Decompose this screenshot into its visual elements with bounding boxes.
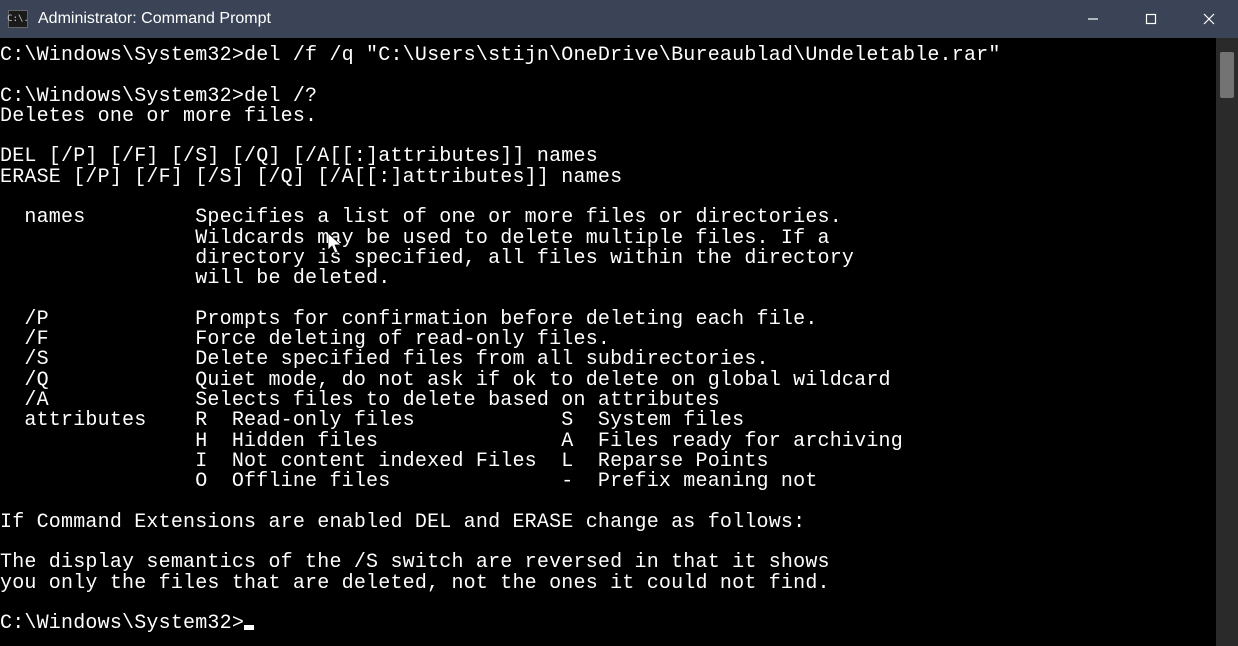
terminal-line: O Offline files - Prefix meaning not xyxy=(0,470,818,493)
titlebar-left: C:\. Administrator: Command Prompt xyxy=(8,10,271,28)
close-button[interactable] xyxy=(1180,0,1238,38)
terminal-line: C:\Windows\System32>del /f /q "C:\Users\… xyxy=(0,44,1001,67)
terminal-line: ERASE [/P] [/F] [/S] [/Q] [/A[[:]attribu… xyxy=(0,166,622,189)
terminal-output[interactable]: C:\Windows\System32>del /f /q "C:\Users\… xyxy=(0,38,1216,646)
window-controls xyxy=(1064,0,1238,38)
maximize-button[interactable] xyxy=(1122,0,1180,38)
text-cursor xyxy=(244,625,254,630)
terminal-line: C:\Windows\System32> xyxy=(0,612,244,635)
terminal-line: If Command Extensions are enabled DEL an… xyxy=(0,511,805,534)
terminal-line: Deletes one or more files. xyxy=(0,105,317,128)
terminal-line: you only the files that are deleted, not… xyxy=(0,572,830,595)
minimize-button[interactable] xyxy=(1064,0,1122,38)
scrollbar-track[interactable] xyxy=(1216,38,1238,646)
cmd-icon: C:\. xyxy=(8,10,28,28)
terminal-area: C:\Windows\System32>del /f /q "C:\Users\… xyxy=(0,38,1238,646)
window-titlebar: C:\. Administrator: Command Prompt xyxy=(0,0,1238,38)
window-title: Administrator: Command Prompt xyxy=(38,10,271,28)
terminal-line: will be deleted. xyxy=(0,267,390,290)
scrollbar-thumb[interactable] xyxy=(1220,52,1234,98)
